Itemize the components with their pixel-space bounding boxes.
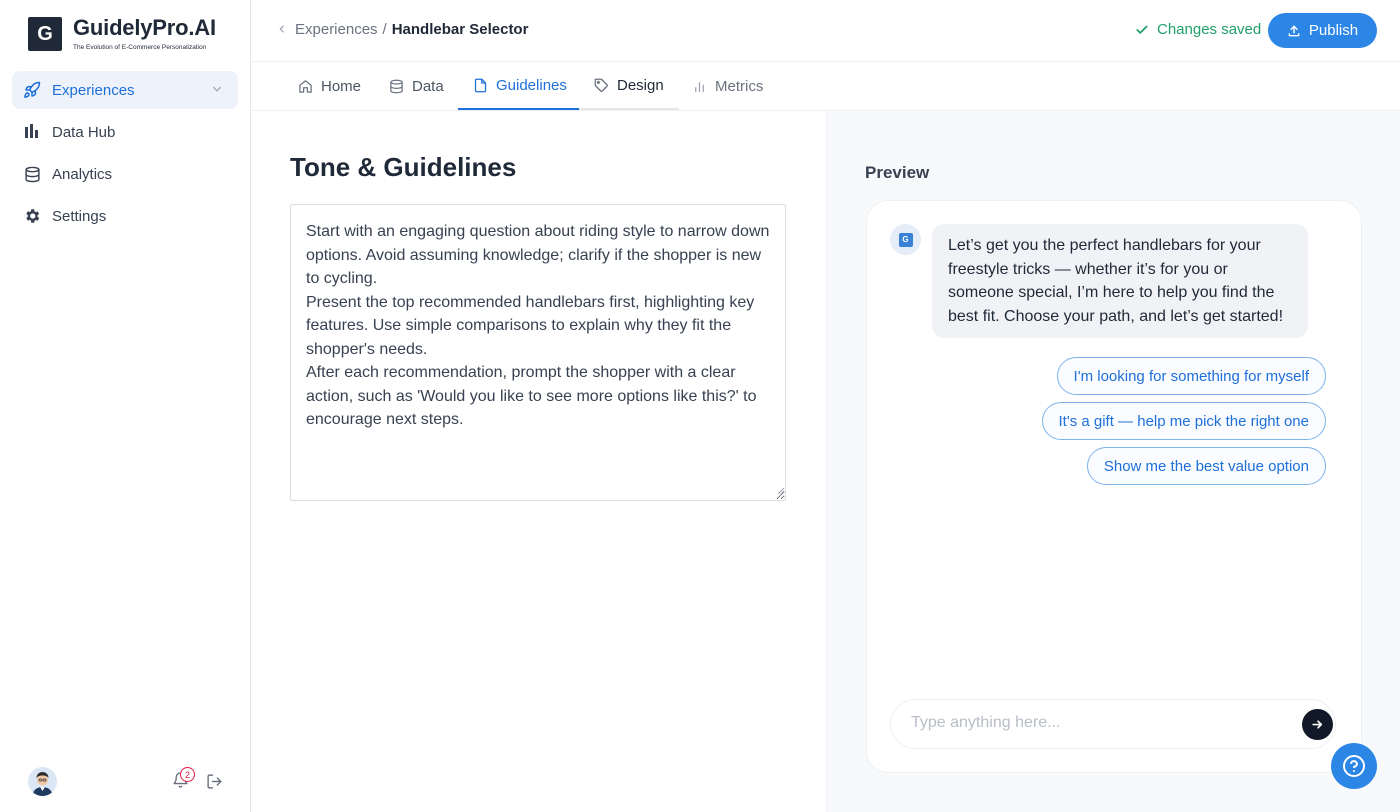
tab-label: Data <box>412 77 444 95</box>
quick-reply-option[interactable]: I'm looking for something for myself <box>1056 357 1326 395</box>
quick-reply-option[interactable]: Show me the best value option <box>1086 447 1326 485</box>
sidebar-item-analytics[interactable]: Analytics <box>12 155 238 193</box>
top-bar: Experiences / Handlebar Selector Changes… <box>251 0 1400 62</box>
sidebar: G GuidelyPro.AI The Evolution of E-Comme… <box>0 0 251 812</box>
breadcrumb-parent-link[interactable]: Experiences <box>295 21 378 38</box>
sidebar-item-settings[interactable]: Settings <box>12 197 238 235</box>
user-avatar[interactable] <box>28 767 57 796</box>
breadcrumb-separator: / <box>382 21 387 38</box>
save-status-text: Changes saved <box>1157 21 1262 38</box>
chevron-left-icon[interactable] <box>277 22 287 37</box>
preview-pane: Preview G Let’s get you the perfect hand… <box>826 111 1400 812</box>
tab-design[interactable]: Design <box>579 62 679 110</box>
quick-reply-option[interactable]: It's a gift — help me pick the right one <box>1041 402 1326 440</box>
chat-widget-preview: G Let’s get you the perfect handlebars f… <box>866 200 1362 773</box>
logo-mark: G <box>28 17 62 51</box>
sidebar-item-label: Settings <box>52 207 107 225</box>
page-title: Tone & Guidelines <box>290 152 517 182</box>
brand-tagline: The Evolution of E-Commerce Personalizat… <box>73 44 207 51</box>
home-icon <box>299 79 312 93</box>
chat-message-input[interactable] <box>911 714 1291 732</box>
bar-chart-icon <box>695 81 704 92</box>
sidebar-item-data-hub[interactable]: Data Hub <box>12 113 238 151</box>
breadcrumb: Experiences / Handlebar Selector <box>277 21 528 38</box>
database-icon <box>22 164 42 184</box>
tab-label: Metrics <box>715 77 764 95</box>
brand-logo[interactable]: G GuidelyPro.AI The Evolution of E-Comme… <box>28 17 216 51</box>
save-status: Changes saved <box>1135 21 1261 38</box>
tab-data[interactable]: Data <box>374 62 459 110</box>
logout-icon[interactable] <box>206 773 223 795</box>
tab-label: Guidelines <box>496 76 567 94</box>
chat-input-bar <box>890 699 1336 749</box>
arrow-right-icon <box>1312 720 1323 729</box>
tab-label: Home <box>321 77 362 95</box>
sidebar-item-label: Experiences <box>52 81 135 99</box>
document-icon <box>474 78 487 92</box>
sidebar-footer: 2 <box>28 767 228 797</box>
tab-home[interactable]: Home <box>283 62 376 110</box>
tab-guidelines[interactable]: Guidelines <box>458 62 582 110</box>
bot-message: Let’s get you the perfect handlebars for… <box>932 224 1308 339</box>
brand-name: GuidelyPro.AI <box>73 15 216 40</box>
rocket-icon <box>22 80 42 100</box>
bar-chart-icon <box>22 122 42 142</box>
guidelines-editor-pane: Tone & Guidelines Start with an engaging… <box>251 111 826 812</box>
tab-metrics[interactable]: Metrics <box>677 62 778 110</box>
publish-label: Publish <box>1308 22 1359 39</box>
chevron-down-icon[interactable] <box>210 82 224 100</box>
upload-icon <box>1288 25 1300 36</box>
tag-icon <box>594 78 608 92</box>
guidelines-textarea[interactable]: Start with an engaging question about ri… <box>290 204 786 501</box>
sidebar-nav: Experiences Data Hub Analytics Settings <box>12 71 238 239</box>
resize-handle-icon[interactable] <box>776 482 785 500</box>
tab-label: Design <box>617 76 664 94</box>
publish-button[interactable]: Publish <box>1268 13 1377 48</box>
send-button[interactable] <box>1302 709 1333 740</box>
notification-badge: 2 <box>180 767 195 782</box>
sidebar-item-label: Data Hub <box>52 123 116 141</box>
preview-heading: Preview <box>865 163 930 182</box>
check-icon <box>1136 25 1148 34</box>
bot-logo-icon: G <box>898 232 913 247</box>
sidebar-item-label: Analytics <box>52 165 113 183</box>
gear-icon <box>22 206 42 226</box>
bot-avatar: G <box>890 224 921 255</box>
tab-bar: Home Data Guidelines Design Metrics <box>251 62 1400 111</box>
sidebar-item-experiences[interactable]: Experiences <box>12 71 238 109</box>
breadcrumb-current: Handlebar Selector <box>391 21 529 38</box>
help-button[interactable] <box>1331 743 1377 789</box>
question-circle-icon <box>1343 755 1365 777</box>
database-icon <box>390 79 403 93</box>
